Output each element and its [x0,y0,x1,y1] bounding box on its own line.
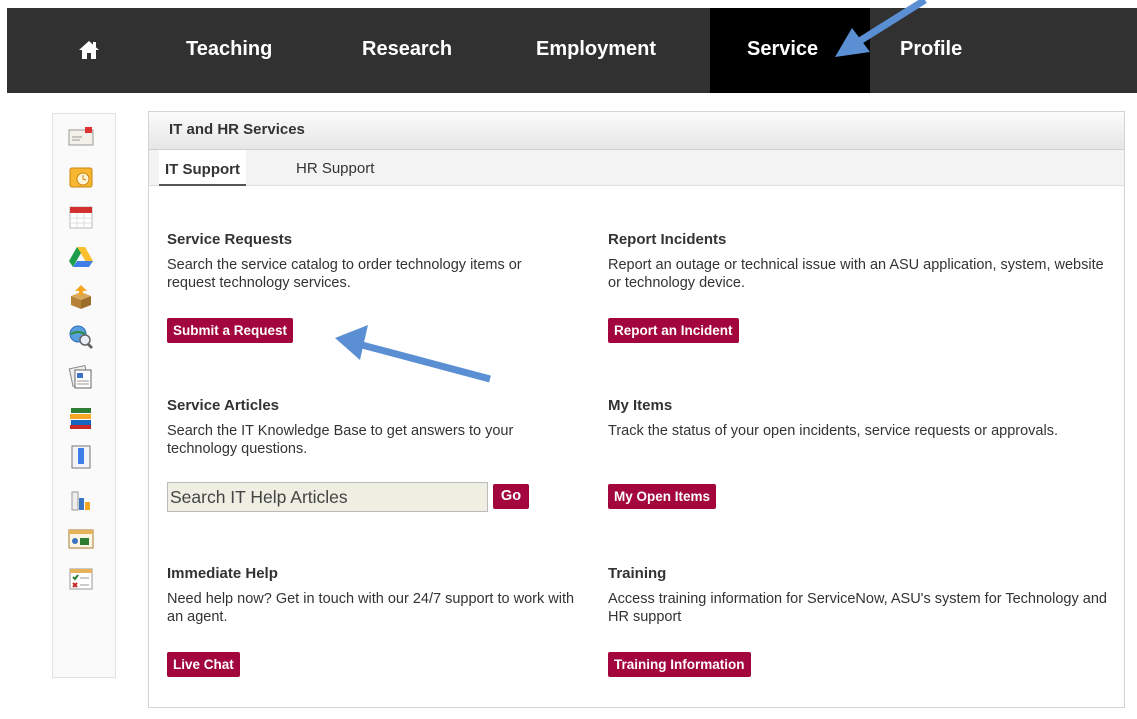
nav-teaching[interactable]: Teaching [186,8,272,93]
tabs-bar: IT Support HR Support [149,150,1124,186]
section-description: Search the IT Knowledge Base to get answ… [167,423,514,457]
report-incident-button[interactable]: Report an Incident [608,318,739,343]
checklist-icon[interactable] [68,566,94,592]
top-navigation: Teaching Research Employment Service Pro… [7,8,1137,93]
nav-employment[interactable]: Employment [536,8,656,93]
immediate-help-section: Immediate Help Need help now? Get in tou… [167,565,597,626]
books-icon[interactable] [68,404,94,430]
report-incidents-section: Report Incidents Report an outage or tec… [608,231,1118,292]
go-button[interactable]: Go [493,484,529,509]
panel-title: IT and HR Services [149,112,1124,150]
bar-chart-icon[interactable] [68,486,94,512]
section-description: Access training information for ServiceN… [608,591,1107,625]
calendar-icon[interactable] [68,204,94,230]
nav-research[interactable]: Research [362,8,452,93]
live-chat-button[interactable]: Live Chat [167,652,240,677]
app-icon-rail [52,113,116,678]
training-section: Training Access training information for… [608,565,1118,626]
presentation-icon[interactable] [68,526,94,552]
nav-profile[interactable]: Profile [900,8,962,93]
submit-request-button[interactable]: Submit a Request [167,318,294,343]
section-title: My Items [608,397,673,414]
section-description: Search the service catalog to order tech… [167,257,522,291]
my-open-items-button[interactable]: My Open Items [608,484,717,509]
google-drive-icon[interactable] [68,244,94,270]
tab-hr-support[interactable]: HR Support [296,150,374,186]
section-title: Training [608,565,667,582]
training-information-button[interactable]: Training Information [608,652,751,677]
section-title: Immediate Help [167,565,278,582]
nav-service[interactable]: Service [747,8,818,93]
service-requests-section: Service Requests Search the service cata… [167,231,597,292]
home-icon[interactable] [75,8,103,93]
box-upload-icon[interactable] [68,284,94,310]
section-title: Service Requests [167,231,293,248]
tab-it-support[interactable]: IT Support [159,150,246,186]
section-description: Need help now? Get in touch with our 24/… [167,591,575,625]
news-icon[interactable] [68,364,94,390]
mail-icon[interactable] [68,124,94,150]
globe-search-icon[interactable] [68,324,94,350]
outlook-icon[interactable] [68,164,94,190]
document-icon[interactable] [68,444,94,470]
my-items-section: My Items Track the status of your open i… [608,397,1108,440]
section-title: Report Incidents [608,231,727,248]
section-title: Service Articles [167,397,280,414]
search-articles-input[interactable]: Search IT Help Articles [167,482,488,512]
section-description: Report an outage or technical issue with… [608,257,1104,291]
service-articles-section: Service Articles Search the IT Knowledge… [167,397,597,458]
section-description: Track the status of your open incidents,… [608,423,1058,439]
